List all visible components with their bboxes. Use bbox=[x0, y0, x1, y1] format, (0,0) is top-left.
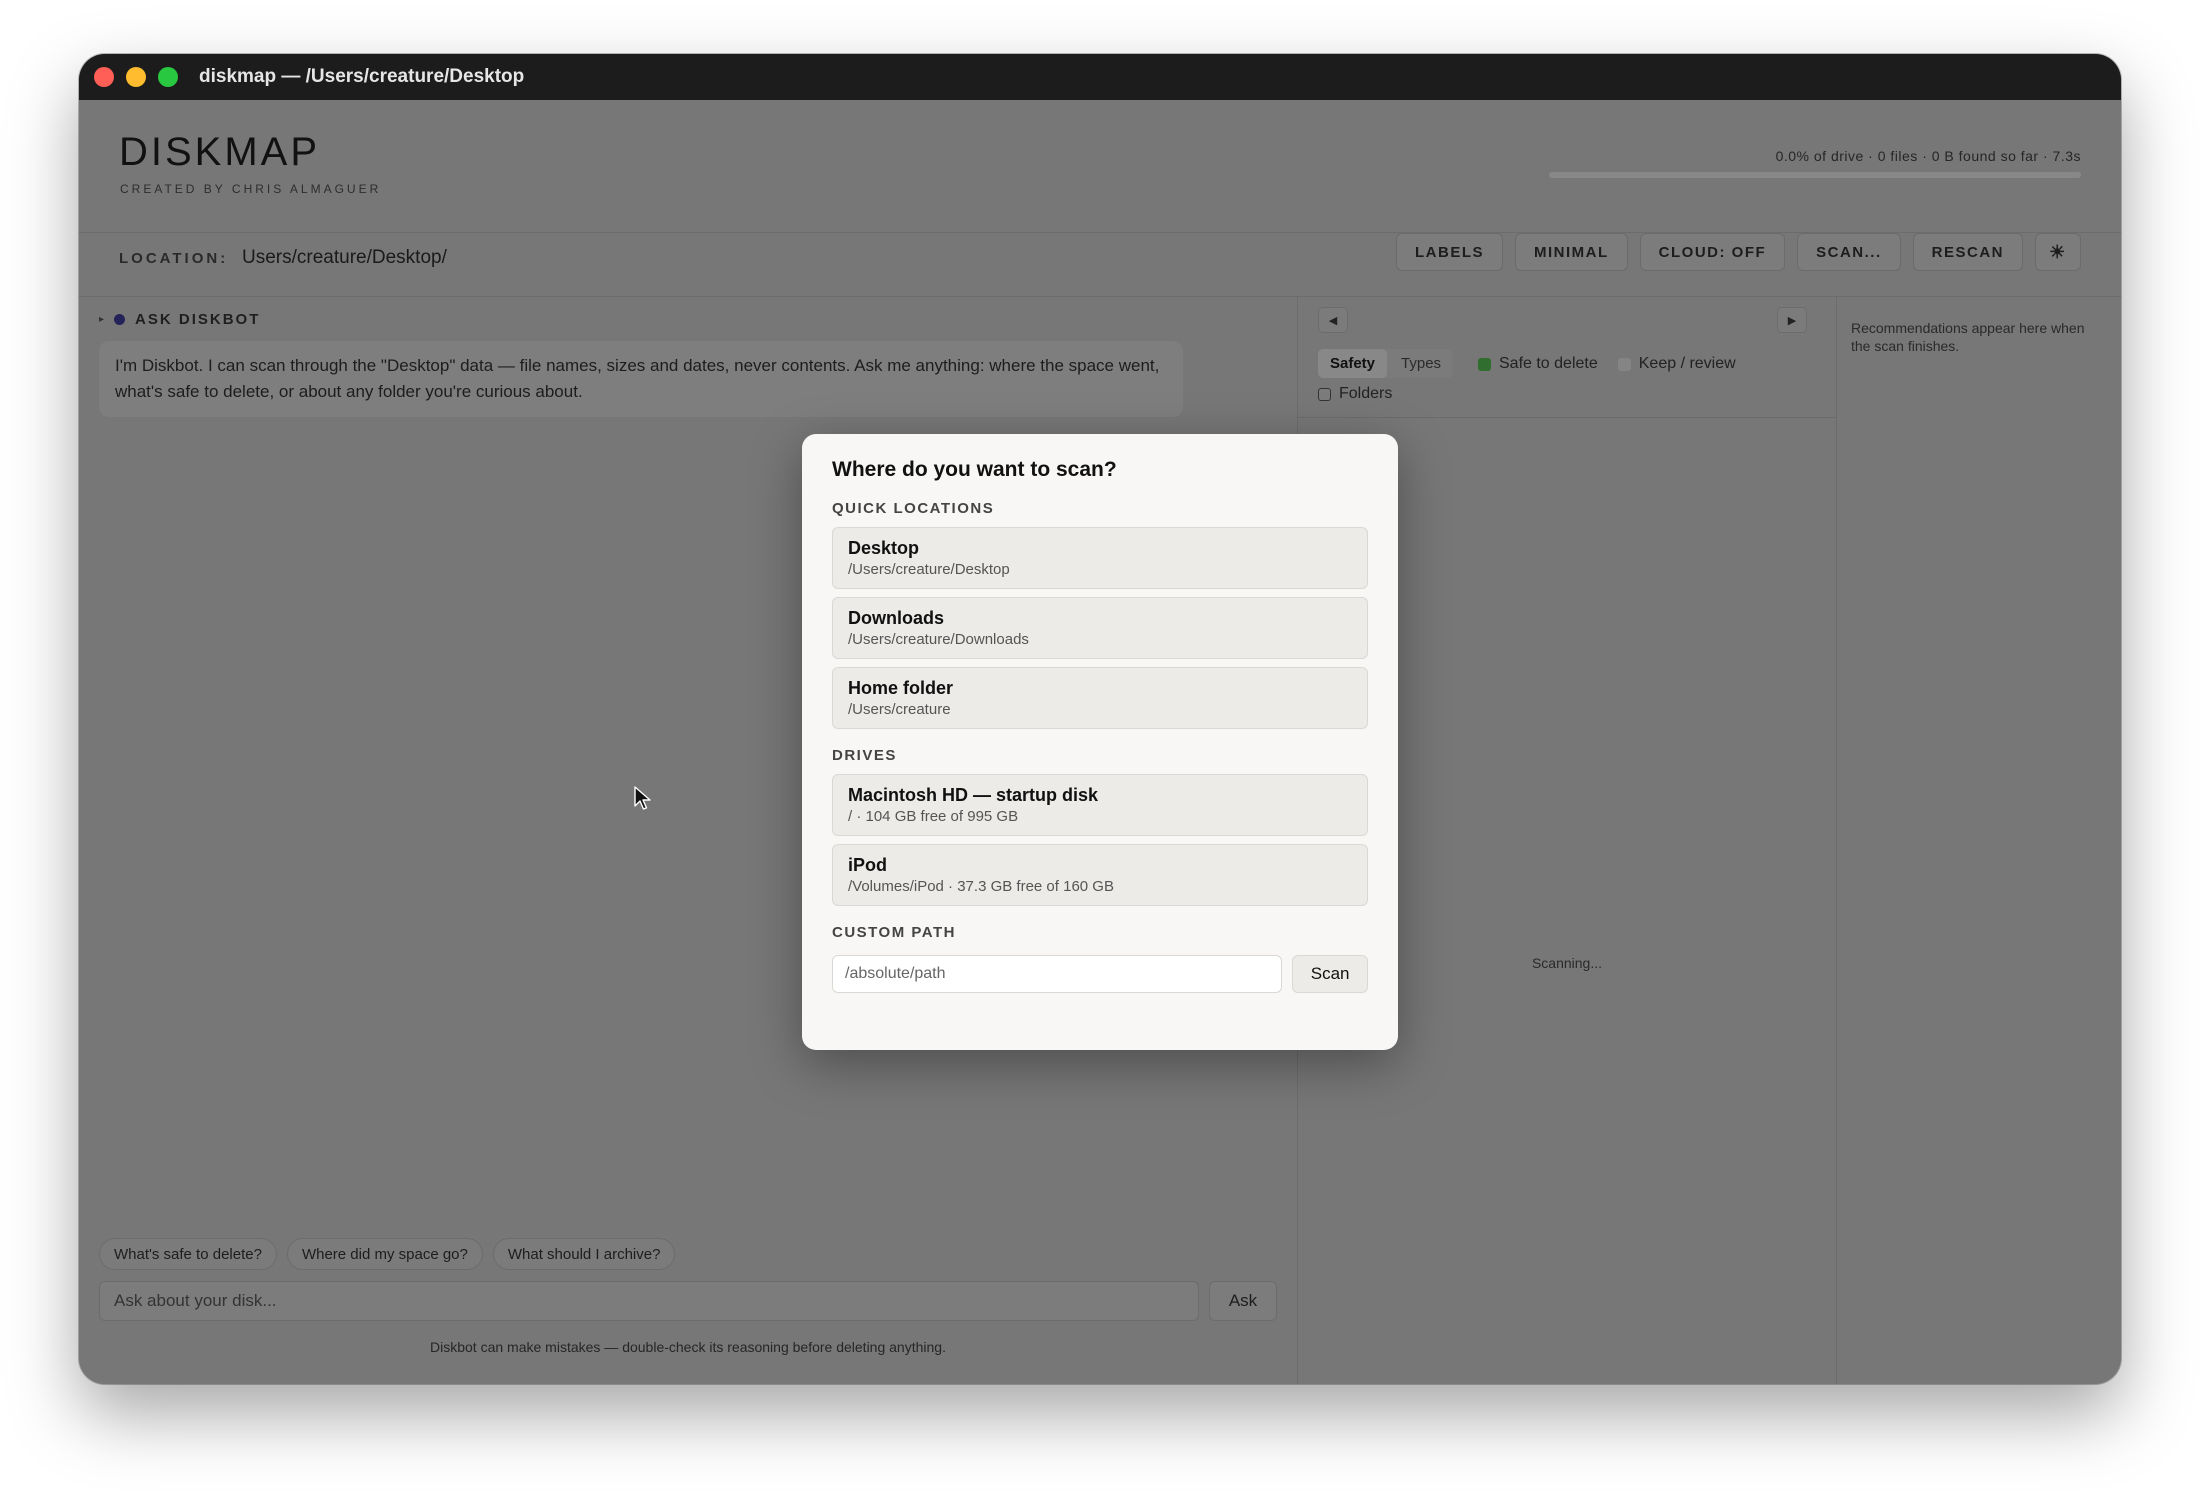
ask-input[interactable] bbox=[99, 1281, 1199, 1321]
chat-header[interactable]: ▸ ASK DISKBOT bbox=[99, 311, 260, 328]
title-bar: diskmap — /Users/creature/Desktop bbox=[79, 54, 2121, 100]
app-header: DISKMAP CREATED BY CHRIS ALMAGUER 0.0% o… bbox=[79, 100, 2121, 280]
folders-checkbox[interactable]: Folders bbox=[1318, 385, 1392, 403]
legend-safe-to-delete: Safe to delete bbox=[1478, 355, 1598, 373]
custom-path-row: Scan bbox=[832, 955, 1368, 993]
tab-types[interactable]: Types bbox=[1389, 349, 1453, 378]
location-path: /Users/creature/Desktop bbox=[848, 561, 1010, 578]
drives-list: Macintosh HD — startup disk / · 104 GB f… bbox=[832, 774, 1368, 906]
minimize-window-button[interactable] bbox=[126, 67, 146, 87]
suggestion-chips: What's safe to delete? Where did my spac… bbox=[99, 1238, 676, 1270]
suggestion-chip[interactable]: Where did my space go? bbox=[286, 1238, 483, 1270]
app-subtitle: CREATED BY CHRIS ALMAGUER bbox=[120, 182, 382, 196]
recommendations-panel: Recommendations appear here when the sca… bbox=[1851, 320, 2085, 354]
close-window-button[interactable] bbox=[94, 67, 114, 87]
location-name: Desktop bbox=[848, 538, 920, 558]
diskbot-message: I'm Diskbot. I can scan through the "Des… bbox=[99, 341, 1183, 417]
previous-arrow-icon[interactable]: ◀ bbox=[1318, 307, 1348, 333]
legend-label: Safe to delete bbox=[1499, 355, 1598, 372]
tab-safety[interactable]: Safety bbox=[1318, 349, 1388, 378]
scan-status-text: 0.0% of drive · 0 files · 0 B found so f… bbox=[1775, 148, 2081, 164]
drive-option-macintosh-hd[interactable]: Macintosh HD — startup disk / · 104 GB f… bbox=[832, 774, 1368, 836]
labels-button[interactable]: LABELS bbox=[1396, 233, 1503, 271]
drive-details: /Volumes/iPod · 37.3 GB free of 160 GB bbox=[848, 878, 1114, 895]
folders-label: Folders bbox=[1339, 385, 1393, 402]
diskbot-status-dot bbox=[114, 314, 126, 325]
collapse-caret-icon[interactable]: ▸ bbox=[99, 314, 104, 325]
custom-scan-button[interactable]: Scan bbox=[1292, 955, 1368, 993]
chat-title: ASK DISKBOT bbox=[135, 311, 261, 328]
legend-keep-review: Keep / review bbox=[1617, 355, 1736, 373]
dialog-title: Where do you want to scan? bbox=[832, 458, 1117, 481]
drives-label: DRIVES bbox=[832, 747, 897, 764]
theme-toggle-sun-icon[interactable]: ☀ bbox=[2035, 233, 2081, 271]
cloud-toggle-button[interactable]: CLOUD: OFF bbox=[1639, 233, 1786, 271]
quick-locations-list: Desktop /Users/creature/Desktop Download… bbox=[832, 527, 1368, 729]
rescan-button[interactable]: RESCAN bbox=[1912, 233, 2023, 271]
mouse-pointer-icon bbox=[634, 786, 651, 810]
location-option-desktop[interactable]: Desktop /Users/creature/Desktop bbox=[832, 527, 1368, 589]
drive-name: iPod bbox=[848, 855, 887, 875]
app-title: DISKMAP bbox=[119, 130, 321, 174]
scan-progress-bar bbox=[1549, 172, 2081, 178]
chat-disclaimer: Diskbot can make mistakes — double-check… bbox=[430, 1339, 946, 1355]
location-path: /Users/creature/Downloads bbox=[848, 631, 1029, 648]
legend-swatch bbox=[1478, 357, 1491, 371]
location-option-downloads[interactable]: Downloads /Users/creature/Downloads bbox=[832, 597, 1368, 659]
map-divider bbox=[1298, 417, 1836, 418]
next-arrow-icon[interactable]: ▶ bbox=[1777, 307, 1807, 333]
location-label: LOCATION: bbox=[119, 250, 229, 267]
checkbox-icon[interactable] bbox=[1318, 387, 1331, 401]
suggestion-chip[interactable]: What's safe to delete? bbox=[99, 1238, 277, 1270]
suggestion-chip[interactable]: What should I archive? bbox=[492, 1238, 676, 1270]
location-path: Users/creature/Desktop/ bbox=[242, 247, 447, 268]
location-name: Downloads bbox=[848, 608, 945, 628]
ask-button[interactable]: Ask bbox=[1209, 1281, 1277, 1321]
drive-option-ipod[interactable]: iPod /Volumes/iPod · 37.3 GB free of 160… bbox=[832, 844, 1368, 906]
scan-button[interactable]: SCAN... bbox=[1797, 233, 1901, 271]
view-mode-tabs: Safety Types bbox=[1318, 349, 1454, 378]
custom-path-label: CUSTOM PATH bbox=[832, 924, 956, 941]
quick-locations-label: QUICK LOCATIONS bbox=[832, 500, 995, 517]
location-path: /Users/creature bbox=[848, 701, 951, 718]
window-title: diskmap — /Users/creature/Desktop bbox=[199, 66, 525, 87]
location-name: Home folder bbox=[848, 678, 954, 698]
toolbar: LABELS MINIMAL CLOUD: OFF SCAN... RESCAN… bbox=[1396, 233, 2081, 271]
legend-label: Keep / review bbox=[1638, 355, 1736, 372]
minimal-button[interactable]: MINIMAL bbox=[1515, 233, 1628, 271]
legend-swatch bbox=[1617, 357, 1631, 371]
custom-path-input[interactable] bbox=[832, 955, 1283, 993]
map-legend: Safe to delete Keep / review bbox=[1478, 355, 1736, 373]
drive-name: Macintosh HD — startup disk bbox=[848, 785, 1099, 805]
panel-divider bbox=[1836, 297, 1837, 1384]
location-option-home-folder[interactable]: Home folder /Users/creature bbox=[832, 667, 1368, 729]
drive-details: / · 104 GB free of 995 GB bbox=[848, 808, 1019, 825]
scan-location-dialog: Where do you want to scan? QUICK LOCATIO… bbox=[802, 434, 1398, 1050]
zoom-window-button[interactable] bbox=[158, 67, 178, 87]
